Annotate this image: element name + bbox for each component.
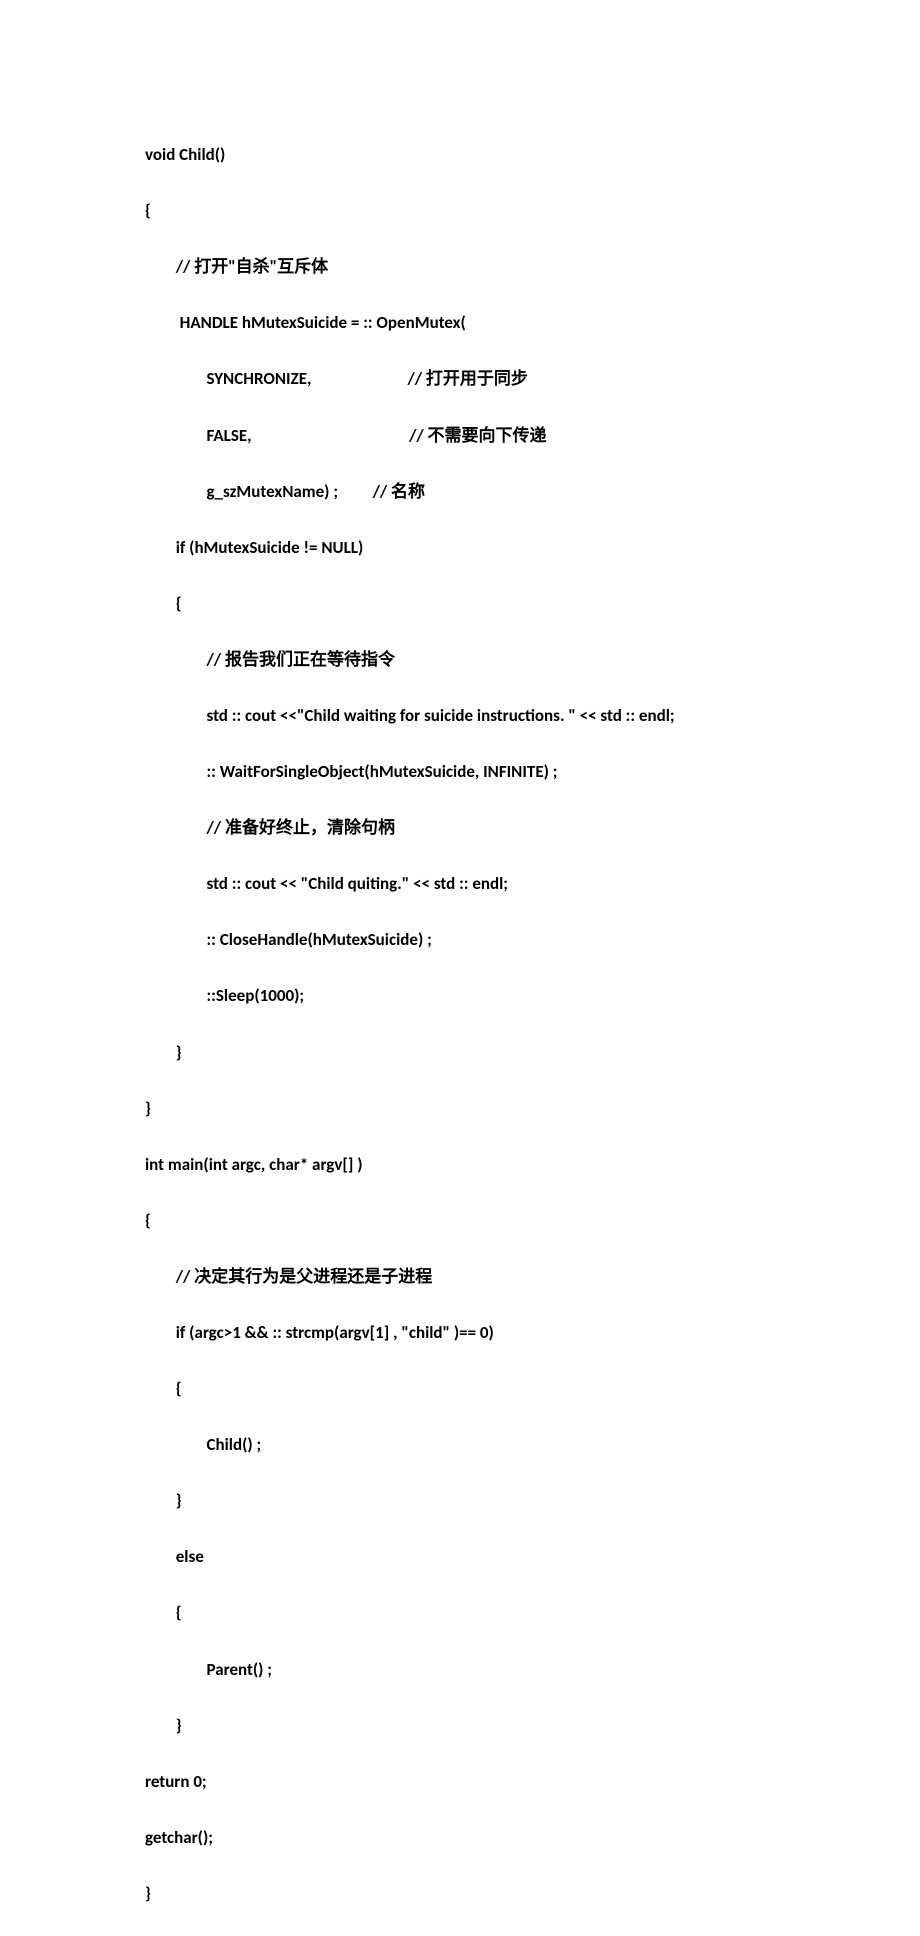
- code-line: }: [145, 1487, 920, 1515]
- code-line: }: [145, 1880, 920, 1908]
- code-line: {: [145, 1375, 920, 1403]
- code-line: :: WaitForSingleObject(hMutexSuicide, IN…: [145, 758, 920, 786]
- code-line: {: [145, 1207, 920, 1235]
- code-line: Child() ;: [145, 1431, 920, 1459]
- code-line: SYNCHRONIZE, // 打开用于同步: [145, 365, 920, 393]
- code-block: void Child() { // 打开"自杀"互斥体 HANDLE hMute…: [145, 113, 920, 1936]
- code-line: // 打开"自杀"互斥体: [145, 253, 920, 281]
- code-line: // 准备好终止，清除句柄: [145, 814, 920, 842]
- code-line: getchar();: [145, 1824, 920, 1852]
- code-line: void Child(): [145, 141, 920, 169]
- code-line: }: [145, 1712, 920, 1740]
- code-line: HANDLE hMutexSuicide = :: OpenMutex(: [145, 309, 920, 337]
- code-line: if (hMutexSuicide != NULL): [145, 534, 920, 562]
- code-line: else: [145, 1543, 920, 1571]
- code-line: FALSE, // 不需要向下传递: [145, 422, 920, 450]
- code-line: }: [145, 1095, 920, 1123]
- code-line: {: [145, 590, 920, 618]
- code-line: // 决定其行为是父进程还是子进程: [145, 1263, 920, 1291]
- code-line: {: [145, 197, 920, 225]
- code-line: :: CloseHandle(hMutexSuicide) ;: [145, 926, 920, 954]
- code-line: return 0;: [145, 1768, 920, 1796]
- code-line: Parent() ;: [145, 1656, 920, 1684]
- code-line: // 报告我们正在等待指令: [145, 646, 920, 674]
- code-line: {: [145, 1599, 920, 1627]
- code-line: std :: cout << "Child quiting." << std :…: [145, 870, 920, 898]
- code-line: }: [145, 1039, 920, 1067]
- code-line: g_szMutexName) ; // 名称: [145, 478, 920, 506]
- code-line: ::Sleep(1000);: [145, 982, 920, 1010]
- code-line: std :: cout <<"Child waiting for suicide…: [145, 702, 920, 730]
- code-line: int main(int argc, char* argv[] ): [145, 1151, 920, 1179]
- code-line: if (argc>1 && :: strcmp(argv[1] , "child…: [145, 1319, 920, 1347]
